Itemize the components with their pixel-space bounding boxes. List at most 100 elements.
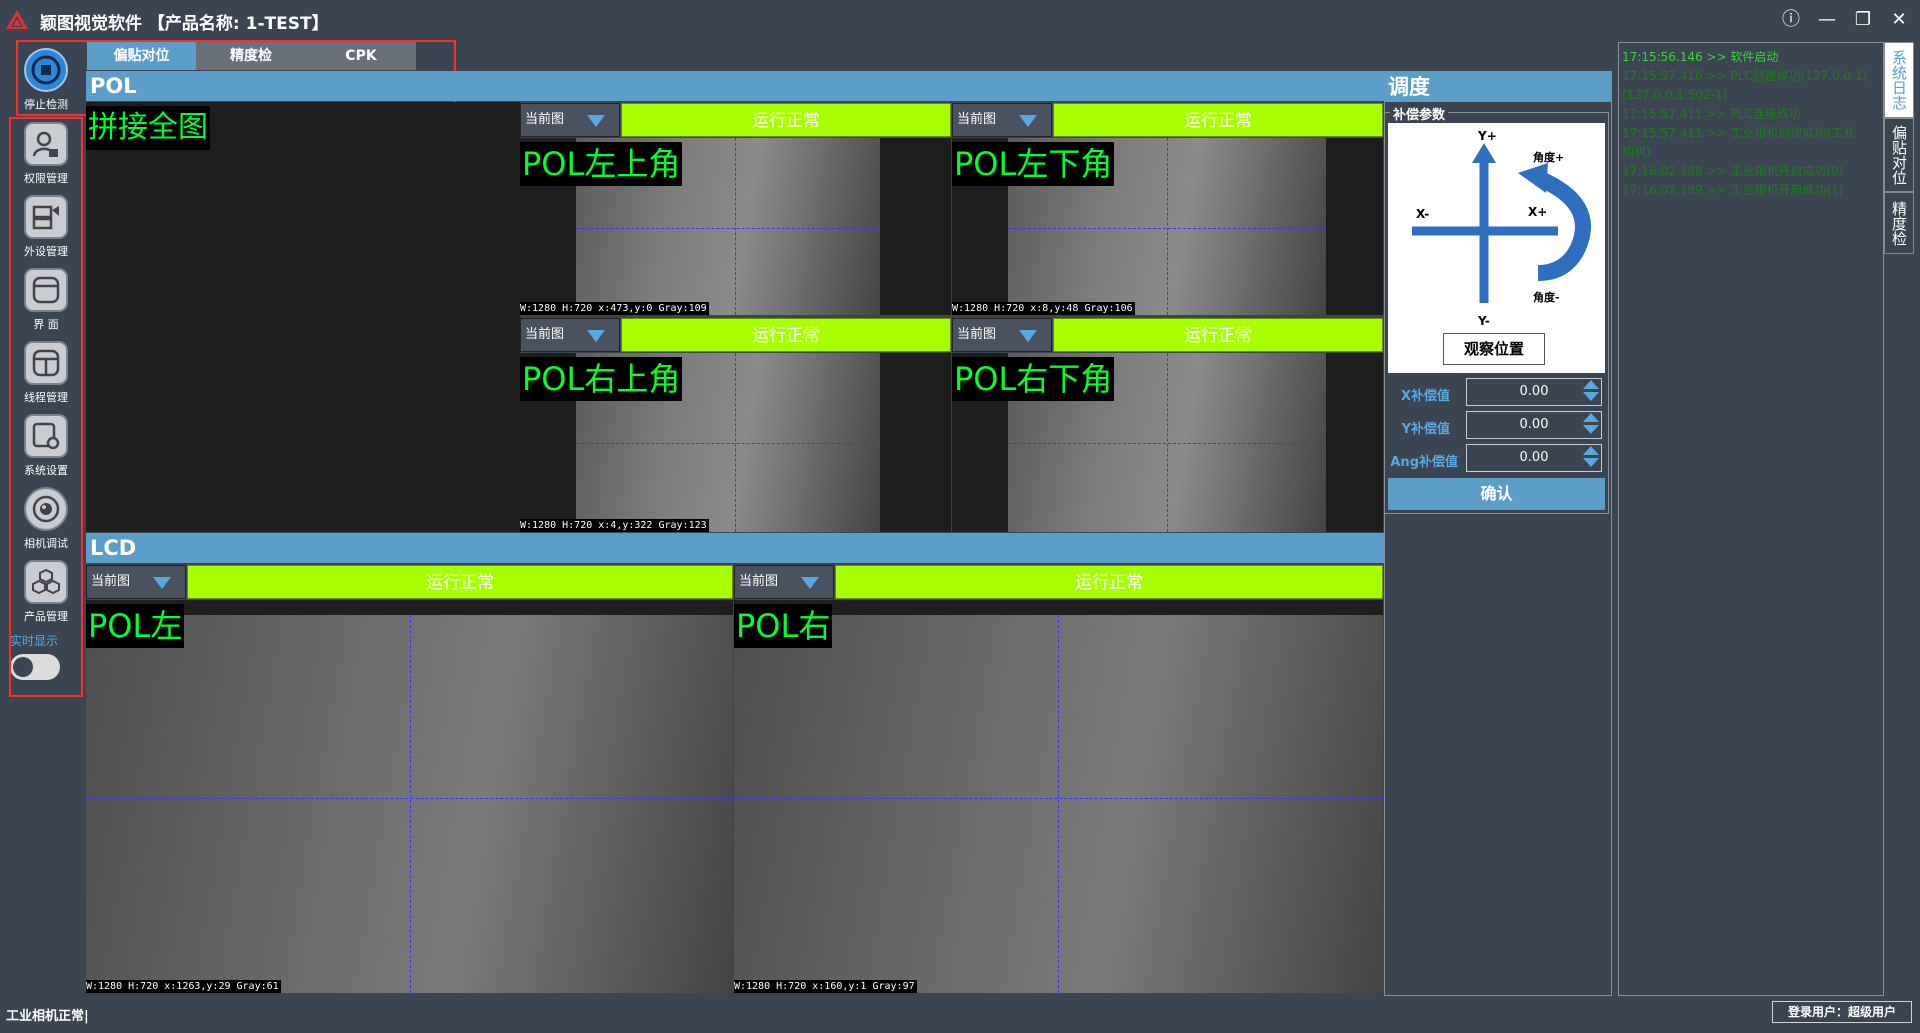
x-minus-label: X- [1416, 207, 1430, 221]
camera-status: 运行正常 [621, 318, 951, 352]
spin-up-icon[interactable] [1583, 413, 1599, 422]
login-user-label[interactable]: 登录用户：超级用户 [1772, 1001, 1912, 1023]
dropdown-value: 当前图 [739, 574, 779, 589]
image-info: W:1280 H:720 x:1263,y:29 Gray:61 [86, 980, 281, 993]
tab-cpk[interactable]: CPK [306, 42, 416, 70]
y-minus-label: Y- [1478, 314, 1490, 328]
dropdown-value: 当前图 [957, 112, 997, 127]
dropdown-value: 当前图 [91, 574, 131, 589]
ang-comp-spinner[interactable] [1583, 446, 1599, 467]
camera-label: POL右上角 [520, 357, 683, 401]
x-comp-value: 0.00 [1519, 384, 1549, 399]
x-plus-label: X+ [1528, 205, 1548, 219]
chevron-down-icon [801, 577, 819, 589]
restore-icon[interactable]: ❐ [1850, 8, 1876, 32]
log-line: 相机) [1622, 145, 1651, 159]
direction-diagram: Y+ Y- X- X+ 角度+ 角度- 观察位置 [1388, 123, 1605, 373]
camera-viewport[interactable]: POL右上角 W:1280 H:720 x:4,y:322 Gray:123 [520, 353, 951, 532]
camera-status: 运行正常 [1053, 103, 1383, 137]
crosshair-horizontal [576, 228, 880, 229]
ang-comp-label: Ang补偿值 [1390, 455, 1458, 470]
log-line: (127.0.0.1:502-1) [1622, 88, 1728, 102]
camera-status: 运行正常 [1053, 318, 1383, 352]
camera-status: 运行正常 [187, 565, 733, 599]
confirm-button[interactable]: 确认 [1388, 478, 1605, 510]
image-info: W:1280 H:720 x:4,y:322 Gray:123 [520, 519, 709, 532]
camera-label: POL右 [734, 604, 833, 648]
tab-precision[interactable]: 精度检 [196, 42, 306, 70]
pol-section-header: POL [86, 71, 1384, 101]
camera-viewport[interactable]: POL右 W:1280 H:720 x:160,y:1 Gray:97 [734, 600, 1383, 993]
tab-alignment[interactable]: 偏贴对位 [87, 42, 196, 70]
log-line: 17:15:57.410 >> PLC创建成功(127.0.0.1) [1622, 69, 1868, 83]
camera-status: 运行正常 [835, 565, 1383, 599]
side-tab-system-log[interactable]: 系统日志 [1884, 42, 1914, 118]
close-icon[interactable]: ✕ [1886, 8, 1912, 32]
crosshair-vertical [1058, 615, 1059, 993]
crosshair-vertical [1167, 138, 1168, 315]
ang-comp-input[interactable]: 0.00 [1466, 444, 1602, 472]
spin-down-icon[interactable] [1583, 425, 1599, 434]
log-list: 17:15:56.146 >> 软件启动 17:15:57.410 >> PLC… [1622, 48, 1880, 200]
side-tab-alignment[interactable]: 偏贴对位 [1884, 118, 1914, 192]
image-info: W:1280 H:720 x:473,y:0 Gray:109 [520, 302, 709, 315]
spin-down-icon[interactable] [1583, 392, 1599, 401]
log-line: 17:15:56.146 >> 软件启动 [1622, 50, 1779, 64]
camera-viewport[interactable]: POL左 W:1280 H:720 x:1263,y:29 Gray:61 [86, 600, 733, 993]
compensation-group-title: 补偿参数 [1390, 104, 1449, 123]
log-line: 17:15:57.411 >> PLC连接成功 [1622, 107, 1801, 121]
observe-position-button[interactable]: 观察位置 [1443, 333, 1545, 365]
side-tab-precision[interactable]: 精度检 [1884, 192, 1914, 254]
image-source-dropdown[interactable]: 当前图 [86, 565, 186, 599]
image-info: W:1280 H:720 x:160,y:1 Gray:97 [734, 980, 917, 993]
dropdown-value: 当前图 [525, 112, 565, 127]
y-comp-input[interactable]: 0.00 [1466, 411, 1602, 439]
stitch-viewport: 拼接全图 [86, 102, 520, 532]
camera-label: POL左 [86, 604, 185, 648]
camera-label: POL左下角 [952, 142, 1115, 186]
ang-comp-value: 0.00 [1519, 450, 1549, 465]
y-comp-spinner[interactable] [1583, 413, 1599, 434]
app-logo-icon [6, 10, 28, 29]
crosshair-horizontal [86, 798, 733, 799]
dropdown-value: 当前图 [525, 327, 565, 342]
minimize-icon[interactable]: — [1814, 8, 1840, 32]
adjust-header: 调度 [1384, 72, 1611, 102]
camera-label: POL左上角 [520, 142, 683, 186]
y-comp-value: 0.00 [1519, 417, 1549, 432]
highlight-frame-sidebar [9, 117, 83, 697]
log-line: 17:16:02.188 >> 工业相机开启成功(0) [1622, 164, 1844, 178]
stitch-label: 拼接全图 [86, 106, 210, 150]
x-comp-spinner[interactable] [1583, 380, 1599, 401]
log-line: 17:15:57.411 >> 工业相机创建成功(工业 [1622, 126, 1856, 140]
x-comp-input[interactable]: 0.00 [1466, 378, 1602, 406]
chevron-down-icon [1019, 330, 1037, 342]
image-source-dropdown[interactable]: 当前图 [952, 103, 1052, 137]
crosshair-horizontal [1008, 443, 1326, 444]
image-source-dropdown[interactable]: 当前图 [520, 318, 620, 352]
spin-up-icon[interactable] [1583, 446, 1599, 455]
image-source-dropdown[interactable]: 当前图 [734, 565, 834, 599]
crosshair-horizontal [576, 443, 880, 444]
camera-viewport[interactable]: POL左下角 W:1280 H:720 x:8,y:48 Gray:106 [952, 138, 1383, 315]
spin-down-icon[interactable] [1583, 458, 1599, 467]
spin-up-icon[interactable] [1583, 380, 1599, 389]
chevron-down-icon [587, 115, 605, 127]
window-title: 颖图视觉软件 【产品名称: 1-TEST】 [40, 14, 329, 34]
lcd-section-header: LCD [86, 533, 1384, 563]
camera-status-text: 工业相机正常| [6, 1009, 89, 1024]
crosshair-vertical [410, 615, 411, 993]
crosshair-horizontal [1008, 228, 1326, 229]
camera-viewport[interactable]: POL右下角 [952, 353, 1383, 532]
info-icon[interactable]: ⓘ [1778, 8, 1804, 32]
chevron-down-icon [153, 577, 171, 589]
image-source-dropdown[interactable]: 当前图 [952, 318, 1052, 352]
chevron-down-icon [587, 330, 605, 342]
camera-viewport[interactable]: POL左上角 W:1280 H:720 x:473,y:0 Gray:109 [520, 138, 951, 315]
y-comp-label: Y补偿值 [1401, 422, 1450, 437]
camera-label: POL右下角 [952, 357, 1115, 401]
image-info: W:1280 H:720 x:8,y:48 Gray:106 [952, 302, 1135, 315]
x-comp-label: X补偿值 [1400, 389, 1450, 404]
crosshair-vertical [735, 138, 736, 315]
image-source-dropdown[interactable]: 当前图 [520, 103, 620, 137]
